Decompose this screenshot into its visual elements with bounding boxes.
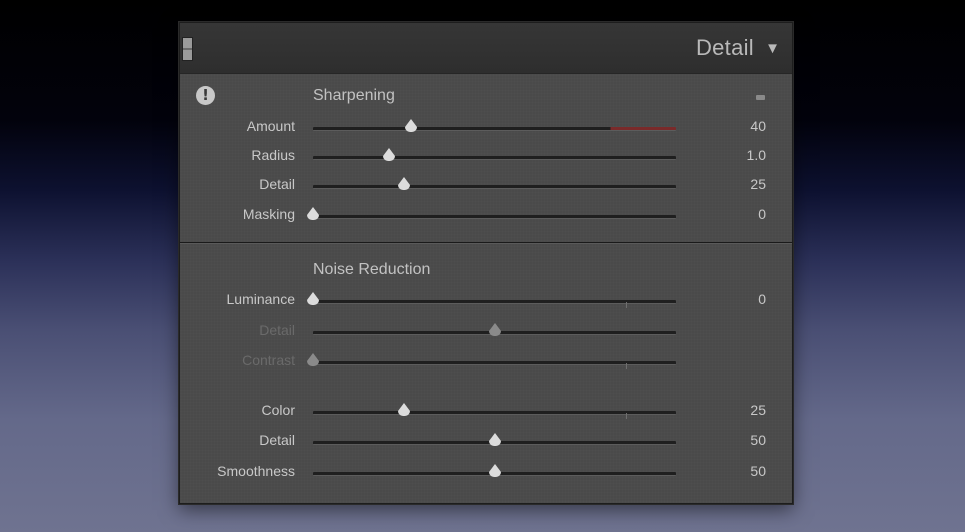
- slider-value[interactable]: 0: [758, 206, 766, 222]
- slider-row-smoothness: Smoothness 50: [180, 461, 792, 485]
- slider-value[interactable]: 50: [750, 463, 766, 479]
- slider-track[interactable]: [313, 215, 676, 219]
- slider-track[interactable]: [313, 361, 676, 369]
- slider-label: Color: [261, 402, 295, 418]
- slider-label: Detail: [259, 322, 295, 338]
- slider-thumb[interactable]: [307, 207, 319, 220]
- slider-row-detail: Detail 25: [180, 174, 792, 198]
- slider-row-color-detail: Detail 50: [180, 430, 792, 454]
- slider-value[interactable]: 50: [750, 432, 766, 448]
- slider-label: Luminance: [226, 291, 296, 307]
- slider-thumb[interactable]: [488, 433, 501, 446]
- slider-label: Masking: [242, 206, 295, 222]
- slider-value[interactable]: 25: [750, 176, 766, 192]
- slider-value[interactable]: 1.0: [747, 147, 766, 163]
- slider-label: Amount: [246, 118, 295, 134]
- slider-value[interactable]: 0: [758, 291, 766, 307]
- slider-thumb[interactable]: [383, 148, 396, 161]
- slider-row-luminance-detail: Detail: [180, 320, 792, 344]
- slider-row-radius: Radius 1.0: [180, 145, 792, 169]
- slider-label: Detail: [259, 432, 295, 448]
- slider-track[interactable]: [313, 185, 676, 189]
- center-tick: [626, 302, 627, 308]
- slider-row-amount: Amount 40: [180, 116, 792, 140]
- slider-thumb[interactable]: [405, 119, 417, 132]
- slider-row-color: Color 25: [180, 400, 792, 424]
- center-tick: [626, 363, 627, 369]
- panel-header[interactable]: Detail ▼: [180, 23, 792, 74]
- slider-row-masking: Masking 0: [180, 204, 792, 228]
- section-divider: [180, 242, 792, 244]
- slider-thumb[interactable]: [397, 177, 410, 190]
- slider-track[interactable]: [313, 411, 676, 419]
- slider-value[interactable]: 25: [750, 402, 766, 418]
- collapse-arrow-icon[interactable]: ▼: [765, 40, 780, 57]
- slider-track[interactable]: [313, 156, 676, 160]
- slider-label: Smoothness: [217, 463, 295, 479]
- slider-track[interactable]: [313, 127, 676, 131]
- slider-label: Detail: [259, 176, 295, 192]
- panel-solo-switch[interactable]: [182, 37, 193, 61]
- noise-reduction-heading: Noise Reduction: [313, 261, 431, 278]
- slider-thumb[interactable]: [488, 323, 501, 336]
- slider-label: Radius: [251, 147, 295, 163]
- slider-value[interactable]: 40: [750, 118, 766, 134]
- detail-panel: Detail ▼ ! Sharpening Amount 40 Radius 1…: [179, 22, 793, 504]
- slider-row-contrast: Contrast: [180, 350, 792, 374]
- slider-thumb[interactable]: [307, 292, 319, 305]
- sharpening-heading: Sharpening: [313, 87, 395, 104]
- panel-title: Detail: [695, 35, 754, 60]
- slider-thumb[interactable]: [488, 464, 501, 477]
- slider-label: Contrast: [242, 352, 295, 368]
- slider-row-luminance: Luminance 0: [180, 289, 792, 313]
- sharpening-toggle[interactable]: [756, 95, 765, 100]
- slider-thumb[interactable]: [307, 353, 319, 366]
- slider-thumb[interactable]: [397, 403, 410, 416]
- slider-track[interactable]: [313, 300, 676, 308]
- warning-icon[interactable]: !: [196, 86, 215, 105]
- center-tick: [626, 413, 627, 419]
